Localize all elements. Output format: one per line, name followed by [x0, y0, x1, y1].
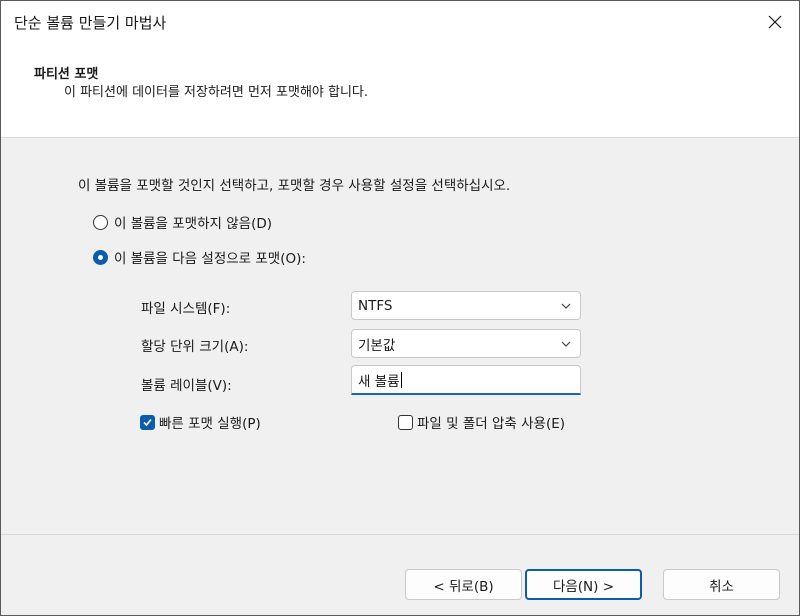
wizard-header: 파티션 포맷 이 파티션에 데이터를 저장하려면 먼저 포맷해야 합니다. [1, 43, 799, 138]
window-title: 단순 볼륨 만들기 마법사 [14, 14, 167, 32]
radio-label: 이 볼륨을 포맷하지 않음(D) [114, 216, 273, 232]
allocation-unit-value: 기본값 [358, 337, 396, 354]
text-cursor [400, 371, 402, 388]
allocation-unit-label: 할당 단위 크기(A): [141, 339, 249, 355]
radio-do-not-format[interactable]: 이 볼륨을 포맷하지 않음(D) [93, 212, 272, 232]
file-system-label: 파일 시스템(F): [141, 301, 231, 317]
radio-label: 이 볼륨을 다음 설정으로 포맷(O): [114, 251, 306, 267]
wizard-footer: < 뒤로(B) 다음(N) > 취소 [1, 534, 799, 615]
compression-label: 파일 및 폴더 압축 사용(E) [417, 416, 566, 432]
chevron-down-icon [561, 341, 571, 347]
allocation-unit-select[interactable]: 기본값 [351, 329, 581, 358]
file-system-select[interactable]: NTFS [351, 291, 581, 320]
volume-label-label: 볼륨 레이블(V): [141, 378, 232, 394]
checkmark-icon [143, 418, 152, 426]
title-bar: 단순 볼륨 만들기 마법사 [1, 1, 799, 43]
radio-button-checked[interactable] [93, 249, 108, 265]
next-button[interactable]: 다음(N) > [525, 569, 642, 600]
page-title: 파티션 포맷 [34, 67, 99, 82]
volume-label-input[interactable]: 새 볼륨 [351, 365, 581, 395]
radio-format-with-settings[interactable]: 이 볼륨을 다음 설정으로 포맷(O): [93, 247, 306, 267]
chevron-down-icon [561, 303, 571, 309]
volume-label-value: 새 볼륨 [358, 373, 400, 390]
quick-format-checkbox[interactable] [140, 414, 155, 430]
wizard-window: 단순 볼륨 만들기 마법사 파티션 포맷 이 파티션에 데이터를 저장하려면 먼… [0, 0, 800, 616]
compression-checkbox-row[interactable]: 파일 및 폴더 압축 사용(E) [398, 412, 565, 432]
close-icon [768, 15, 782, 29]
quick-format-label: 빠른 포맷 실행(P) [159, 416, 261, 432]
quick-format-checkbox-row[interactable]: 빠른 포맷 실행(P) [140, 412, 261, 432]
close-button[interactable] [751, 1, 799, 43]
cancel-button[interactable]: 취소 [663, 569, 780, 600]
page-subtitle: 이 파티션에 데이터를 저장하려면 먼저 포맷해야 합니다. [64, 85, 369, 100]
back-button[interactable]: < 뒤로(B) [405, 569, 522, 600]
file-system-value: NTFS [358, 297, 393, 314]
compression-checkbox[interactable] [398, 414, 413, 430]
radio-button-unchecked[interactable] [93, 214, 108, 230]
instruction-text: 이 볼륨을 포맷할 것인지 선택하고, 포맷할 경우 사용할 설정을 선택하십시… [78, 178, 511, 194]
